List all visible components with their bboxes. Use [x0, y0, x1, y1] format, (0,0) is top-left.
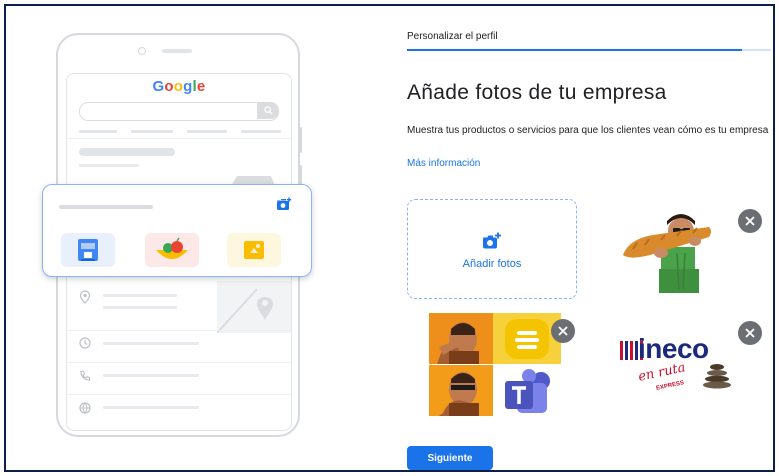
add-photo-icon — [483, 232, 501, 249]
photo-tile-food — [145, 233, 199, 267]
step-title: Personalizar el perfil — [407, 31, 498, 42]
remove-photo-button[interactable] — [551, 319, 575, 343]
add-photos-button[interactable]: Añadir fotos — [407, 199, 577, 299]
food-bowl-icon — [156, 237, 188, 259]
map-thumbnail — [216, 281, 291, 334]
photo-tile-machine — [61, 233, 115, 267]
photos-popup-card — [42, 184, 312, 277]
close-icon — [745, 216, 755, 226]
illustration-search-bar — [79, 102, 279, 121]
search-icon — [257, 102, 279, 119]
description-text: Muestra tus productos o servicios para q… — [407, 125, 769, 136]
meme-collage-photo — [429, 313, 561, 416]
placeholder-tab — [241, 130, 281, 133]
placeholder-title — [79, 148, 175, 156]
phone-icon — [80, 370, 91, 381]
phone-side-button — [298, 127, 302, 153]
add-photo-icon — [277, 197, 292, 210]
divider — [67, 138, 291, 139]
phone-camera — [138, 47, 146, 55]
picture-frame-icon — [244, 241, 264, 259]
ineco-wordmark: ineco — [638, 333, 709, 364]
coffee-machine-icon — [78, 239, 98, 261]
close-icon — [745, 328, 755, 338]
clock-icon — [79, 337, 91, 349]
placeholder-line — [103, 294, 177, 297]
remove-photo-button[interactable] — [738, 209, 762, 233]
more-info-link[interactable]: Más información — [407, 158, 480, 169]
close-icon — [558, 326, 568, 336]
ineco-logo: ineco en ruta EXPRESS — [618, 333, 742, 403]
globe-icon — [79, 402, 91, 414]
stacked-stones-icon — [703, 364, 731, 389]
next-button[interactable]: Siguiente — [407, 446, 493, 470]
placeholder-line — [59, 205, 153, 209]
progress-bar — [407, 49, 771, 51]
divider — [67, 330, 291, 331]
placeholder-tab — [131, 130, 173, 133]
divider — [67, 394, 291, 395]
location-pin-icon — [79, 290, 91, 304]
photo-tile-sign — [227, 233, 281, 267]
placeholder-tab — [79, 130, 117, 133]
ineco-small-text: EXPRESS — [655, 380, 685, 392]
placeholder-tab — [187, 130, 227, 133]
page-title: Añade fotos de tu empresa — [407, 81, 667, 104]
person-with-bread-photo — [623, 214, 711, 293]
divider — [67, 362, 291, 363]
placeholder-line — [103, 306, 177, 309]
add-photos-label: Añadir fotos — [462, 258, 522, 270]
placeholder-line — [79, 164, 139, 167]
placeholder-line — [103, 342, 199, 345]
progress-bar-fill — [407, 49, 742, 51]
app-frame: Google ★★★★★ — [4, 4, 775, 472]
placeholder-line — [103, 374, 199, 377]
phone-speaker — [162, 49, 192, 53]
remove-photo-button[interactable] — [738, 321, 762, 345]
google-logo: Google — [152, 78, 206, 95]
placeholder-line — [103, 406, 199, 409]
